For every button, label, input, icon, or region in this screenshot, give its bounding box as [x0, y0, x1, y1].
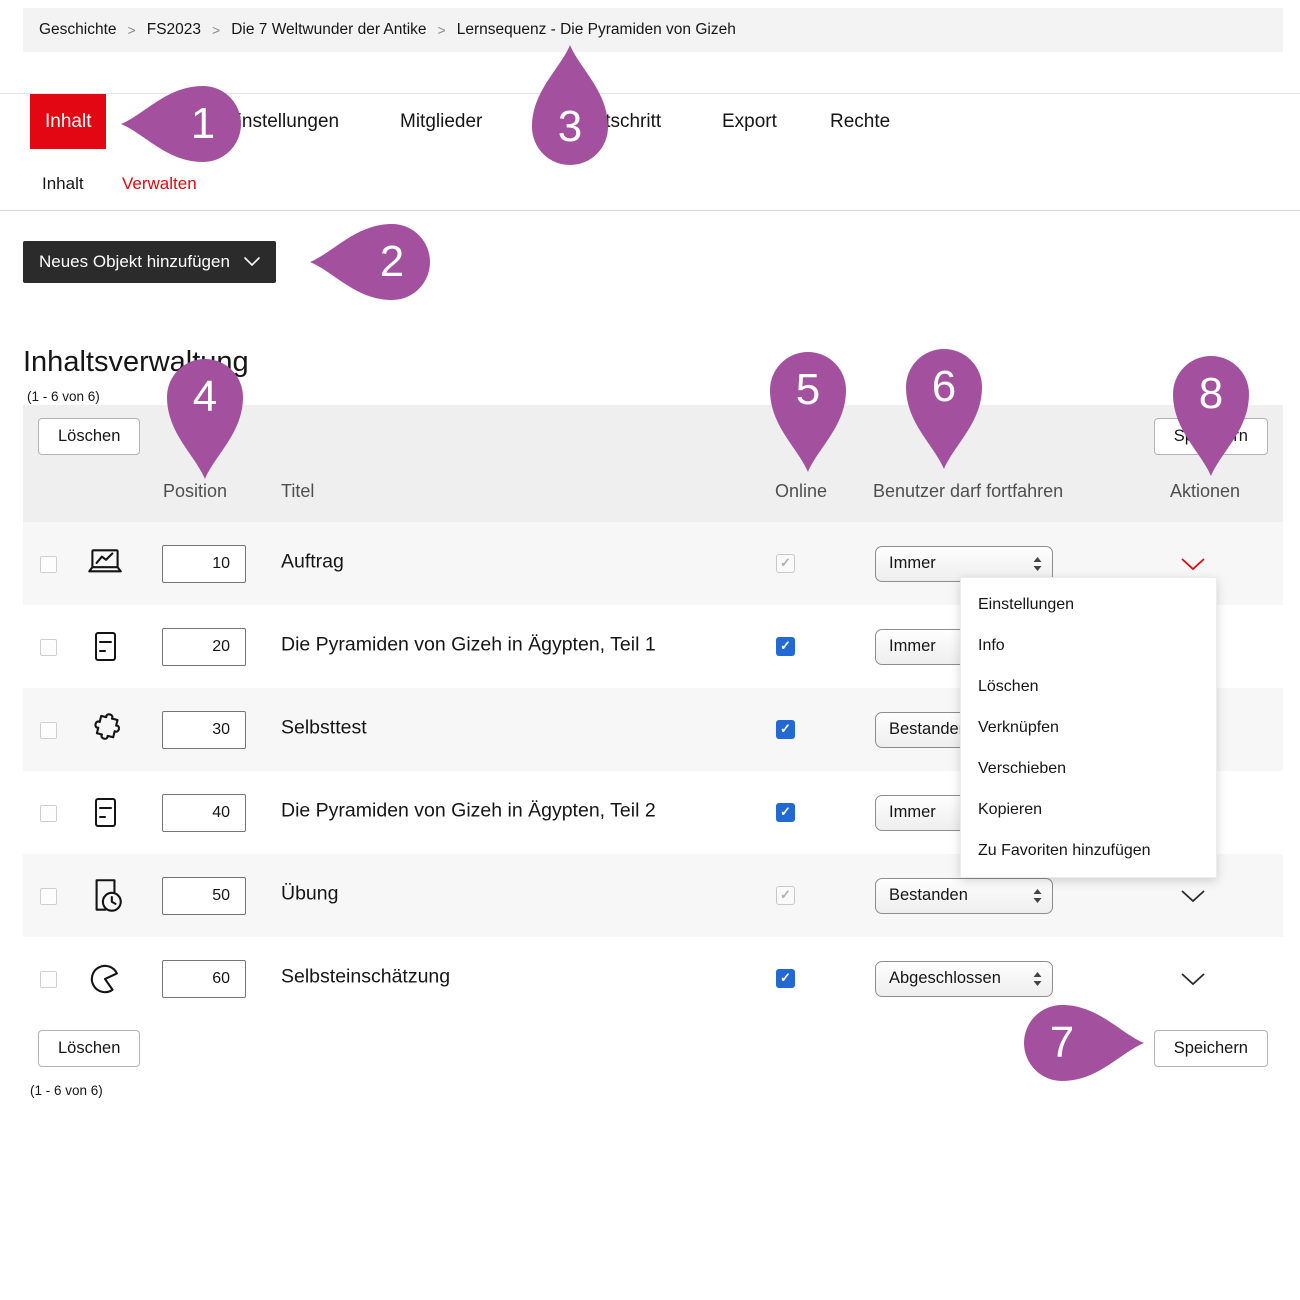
online-checkbox[interactable]: ✓: [776, 886, 795, 905]
continue-select-value: Immer: [889, 637, 936, 656]
menu-item-info[interactable]: Info: [961, 625, 1216, 666]
menu-item-verschieben[interactable]: Verschieben: [961, 748, 1216, 789]
actions-chevron-icon[interactable]: [1180, 889, 1206, 903]
actions-chevron-icon[interactable]: [1180, 972, 1206, 986]
continue-select-value: Bestanden: [889, 720, 968, 739]
menu-item-einstellungen[interactable]: Einstellungen: [961, 584, 1216, 625]
breadcrumb-item[interactable]: Lernsequenz - Die Pyramiden von Gizeh: [457, 21, 736, 39]
row-select-checkbox[interactable]: [40, 722, 57, 739]
row-title: Die Pyramiden von Gizeh in Ägypten, Teil…: [281, 799, 656, 822]
position-input[interactable]: [162, 545, 246, 583]
annotation-marker-4: 4: [165, 357, 245, 437]
column-header-continue: Benutzer darf fortfahren: [873, 481, 1063, 502]
add-object-button[interactable]: Neues Objekt hinzufügen: [23, 241, 276, 283]
menu-item-kopieren[interactable]: Kopieren: [961, 789, 1216, 830]
annotation-number: 7: [1022, 1003, 1102, 1083]
select-arrows-icon: [1032, 555, 1043, 573]
breadcrumb: Geschichte > FS2023 > Die 7 Weltwunder d…: [23, 8, 1283, 52]
row-select-checkbox[interactable]: [40, 971, 57, 988]
continue-select[interactable]: Bestanden: [875, 878, 1053, 914]
position-input[interactable]: [162, 960, 246, 998]
position-input[interactable]: [162, 877, 246, 915]
row-title: Selbsteinschätzung: [281, 965, 450, 988]
subtab-verwalten[interactable]: Verwalten: [122, 174, 197, 194]
continue-select-value: Immer: [889, 554, 936, 573]
annotation-marker-3: 3: [530, 87, 610, 167]
annotation-number: 1: [163, 84, 243, 164]
annotation-number: 5: [768, 350, 848, 430]
breadcrumb-separator: >: [438, 22, 446, 38]
row-title: Auftrag: [281, 550, 344, 573]
annotation-number: 3: [530, 87, 610, 167]
delete-button-bottom[interactable]: Löschen: [38, 1030, 140, 1067]
annotation-marker-5: 5: [768, 350, 848, 430]
continue-select[interactable]: Abgeschlossen: [875, 961, 1053, 997]
breadcrumb-item[interactable]: Geschichte: [39, 21, 117, 39]
column-header-online: Online: [775, 481, 827, 502]
annotation-marker-8: 8: [1171, 354, 1251, 434]
tab-inhalt[interactable]: Inhalt: [30, 94, 106, 149]
select-arrows-icon: [1032, 887, 1043, 905]
learning-module-icon: [81, 623, 129, 671]
breadcrumb-item[interactable]: Die 7 Weltwunder der Antike: [231, 21, 426, 39]
annotation-number: 4: [165, 357, 245, 437]
breadcrumb-item[interactable]: FS2023: [147, 21, 201, 39]
assignment-icon: [81, 540, 129, 588]
tab-export[interactable]: Export: [722, 94, 777, 149]
result-count-top: (1 - 6 von 6): [27, 389, 100, 404]
online-checkbox[interactable]: ✓: [776, 803, 795, 822]
save-button-bottom[interactable]: Speichern: [1154, 1030, 1268, 1067]
column-header-actions: Aktionen: [1170, 481, 1240, 502]
menu-item-loeschen[interactable]: Löschen: [961, 666, 1216, 707]
test-puzzle-icon: [81, 706, 129, 754]
result-count-bottom: (1 - 6 von 6): [30, 1083, 103, 1098]
online-checkbox[interactable]: ✓: [776, 637, 795, 656]
row-title: Die Pyramiden von Gizeh in Ägypten, Teil…: [281, 633, 656, 656]
breadcrumb-separator: >: [128, 22, 136, 38]
column-header-title: Titel: [281, 481, 314, 502]
position-input[interactable]: [162, 711, 246, 749]
column-header-position: Position: [163, 481, 227, 502]
continue-select-value: Abgeschlossen: [889, 969, 1001, 988]
subtab-inhalt[interactable]: Inhalt: [42, 174, 84, 194]
annotation-number: 6: [904, 347, 984, 427]
online-checkbox[interactable]: ✓: [776, 720, 795, 739]
row-title: Selbsttest: [281, 716, 367, 739]
add-object-label: Neues Objekt hinzufügen: [39, 252, 230, 272]
learning-module-icon: [81, 789, 129, 837]
continue-select-value: Immer: [889, 803, 936, 822]
select-arrows-icon: [1032, 970, 1043, 988]
annotation-number: 8: [1171, 354, 1251, 434]
tab-rechte[interactable]: Rechte: [830, 94, 890, 149]
position-input[interactable]: [162, 794, 246, 832]
annotation-marker-1: 1: [163, 84, 243, 164]
row-title: Übung: [281, 882, 338, 905]
online-checkbox[interactable]: ✓: [776, 554, 795, 573]
menu-item-verknuepfen[interactable]: Verknüpfen: [961, 707, 1216, 748]
annotation-marker-2: 2: [352, 222, 432, 302]
row-select-checkbox[interactable]: [40, 639, 57, 656]
row-select-checkbox[interactable]: [40, 805, 57, 822]
delete-button-top[interactable]: Löschen: [38, 418, 140, 455]
chevron-down-icon: [244, 257, 260, 267]
exercise-clock-icon: [81, 872, 129, 920]
breadcrumb-separator: >: [212, 22, 220, 38]
survey-pie-icon: [81, 955, 129, 1003]
annotation-marker-6: 6: [904, 347, 984, 427]
online-checkbox[interactable]: ✓: [776, 969, 795, 988]
actions-dropdown-menu: Einstellungen Info Löschen Verknüpfen Ve…: [960, 577, 1217, 878]
menu-item-favoriten[interactable]: Zu Favoriten hinzufügen: [961, 830, 1216, 871]
annotation-number: 2: [352, 222, 432, 302]
continue-select-value: Bestanden: [889, 886, 968, 905]
actions-chevron-icon[interactable]: [1180, 557, 1206, 571]
row-select-checkbox[interactable]: [40, 888, 57, 905]
annotation-marker-7: 7: [1022, 1003, 1102, 1083]
row-select-checkbox[interactable]: [40, 556, 57, 573]
position-input[interactable]: [162, 628, 246, 666]
tab-mitglieder[interactable]: Mitglieder: [400, 94, 482, 149]
